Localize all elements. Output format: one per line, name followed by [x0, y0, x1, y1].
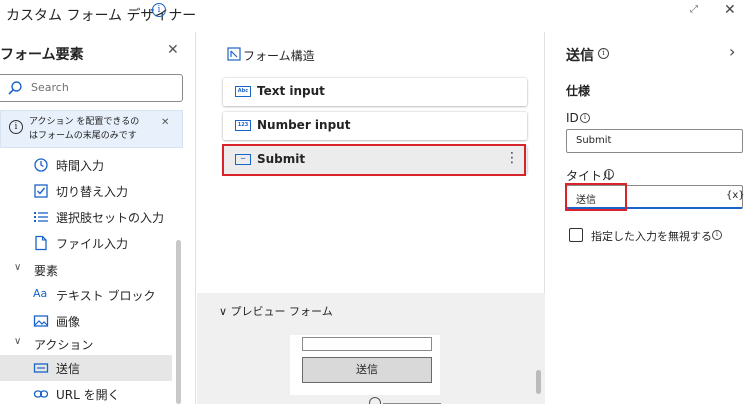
chevron-right-icon[interactable]: ›	[729, 42, 735, 61]
checkbox-icon	[34, 184, 48, 198]
field-text-input[interactable]: Abc Text input	[223, 78, 527, 106]
element-item-file-input[interactable]: ファイル入力	[0, 230, 172, 256]
text-input-icon: Abc	[235, 86, 251, 97]
preview-panel: ∨ プレビュー フォーム 送信	[197, 293, 545, 404]
field-number-input[interactable]: 123 Number input	[223, 112, 527, 140]
info-icon[interactable]: i	[152, 3, 166, 17]
file-icon	[35, 235, 47, 251]
title-bar: カスタム フォーム デザイナー i ⤢ ✕	[0, 0, 750, 32]
info-notice: i アクション を配置できるの はフォームの末尾のみです ✕	[0, 110, 183, 148]
element-item-time-input[interactable]: 時間入力	[0, 152, 172, 178]
close-icon[interactable]: ✕	[724, 2, 736, 18]
chevron-down-icon: ∨	[14, 262, 22, 273]
element-item-text-block[interactable]: Aa テキスト ブロック	[0, 282, 172, 308]
scrollbar[interactable]	[176, 240, 181, 404]
expand-icon[interactable]: ⤢	[690, 4, 698, 15]
submit-icon	[33, 363, 49, 373]
properties-title: 送信	[566, 48, 594, 64]
info-icon[interactable]: i	[580, 113, 590, 123]
close-icon[interactable]: ✕	[167, 42, 179, 58]
chevron-down-icon: ∨	[14, 336, 22, 347]
scrollbar[interactable]	[536, 370, 541, 394]
close-icon[interactable]: ✕	[161, 117, 169, 128]
highlight-box	[565, 183, 627, 211]
preview-submit-button[interactable]: 送信	[302, 357, 432, 383]
highlight-box	[222, 144, 526, 176]
properties-panel: 送信 i › 仕様 ID i Submit タイトル i 送信 {x} 指定した…	[546, 32, 750, 404]
info-icon: i	[9, 120, 23, 134]
ignore-inputs-checkbox[interactable]	[569, 228, 583, 242]
info-icon[interactable]: i	[598, 48, 609, 59]
element-item-image[interactable]: 画像	[0, 308, 172, 334]
clock-icon	[34, 158, 48, 172]
preview-text-input[interactable]	[302, 337, 432, 351]
info-icon[interactable]: i	[712, 230, 722, 240]
notice-text: アクション を配置できるの はフォームの末尾のみです	[29, 117, 140, 141]
id-label: ID	[566, 111, 579, 125]
form-structure-icon	[227, 47, 241, 61]
id-field[interactable]: Submit	[566, 129, 743, 153]
preview-canvas: 送信	[290, 335, 440, 395]
text-icon: Aa	[33, 287, 48, 300]
ignore-inputs-label: 指定した入力を無視する	[591, 230, 712, 243]
preview-header[interactable]: ∨ プレビュー フォーム	[219, 303, 333, 319]
search-placeholder: Search	[31, 81, 69, 94]
group-elements[interactable]: ∨ 要素	[0, 260, 172, 282]
zoom-icon[interactable]	[369, 397, 381, 404]
info-icon[interactable]: i	[604, 169, 614, 179]
element-item-toggle-input[interactable]: 切り替え入力	[0, 178, 172, 204]
element-item-choice-set[interactable]: 選択肢セットの入力	[0, 204, 172, 230]
window-title: カスタム フォーム デザイナー	[6, 8, 197, 24]
number-input-icon: 123	[235, 120, 251, 131]
insert-variable-button[interactable]: {x}	[726, 190, 745, 201]
section-heading: 仕様	[566, 84, 591, 98]
image-icon	[33, 315, 49, 327]
form-elements-panel: フォーム要素 ✕ Search i アクション を配置できるの はフォームの末尾…	[0, 32, 196, 404]
group-actions[interactable]: ∨ アクション	[0, 334, 172, 356]
panel-title: フォーム要素	[0, 47, 84, 63]
link-icon	[33, 390, 49, 398]
element-item-open-url[interactable]: URL を開く	[0, 381, 172, 404]
element-item-submit[interactable]: 送信	[0, 355, 172, 381]
search-icon	[8, 81, 22, 95]
list-icon	[34, 212, 48, 222]
search-input[interactable]: Search	[0, 74, 183, 102]
